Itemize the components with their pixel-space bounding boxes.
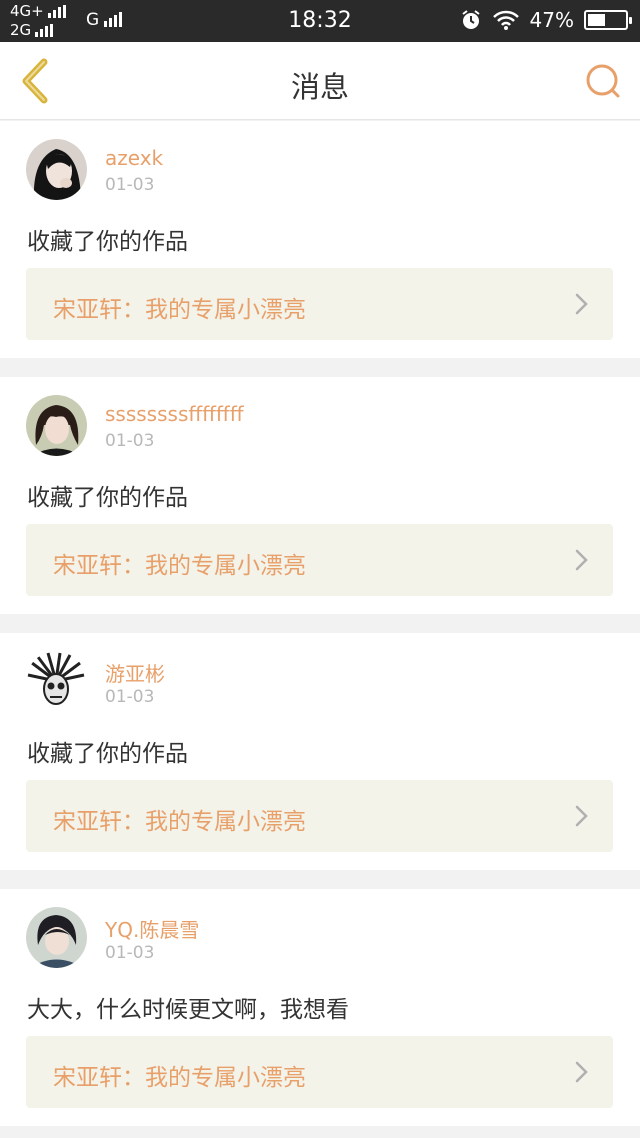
work-reference-link[interactable]: 宋亚轩：我的专属小漂亮 <box>26 268 613 340</box>
work-reference-title: 宋亚轩：我的专属小漂亮 <box>53 297 306 323</box>
work-reference-link[interactable]: 宋亚轩：我的专属小漂亮 <box>26 524 613 596</box>
work-reference-link[interactable]: 宋亚轩：我的专属小漂亮 <box>26 780 613 852</box>
top-nav-bar: 消息 <box>0 42 640 120</box>
message-date: 01-03 <box>105 175 155 195</box>
wifi-icon <box>492 10 519 30</box>
alarm-icon <box>461 10 480 29</box>
work-reference-title: 宋亚轩：我的专属小漂亮 <box>53 553 306 579</box>
avatar[interactable] <box>26 907 87 968</box>
avatar[interactable] <box>26 395 87 456</box>
message-text: 收藏了你的作品 <box>27 229 188 255</box>
page-title: 消息 <box>290 70 349 104</box>
battery-percent: 47% <box>529 8 574 32</box>
username[interactable]: ssssssssffffffff <box>105 402 243 426</box>
battery-level <box>588 14 605 26</box>
avatar[interactable] <box>26 139 87 200</box>
avatar-image <box>26 395 87 456</box>
search-icon <box>586 64 620 98</box>
message-card: ssssssssffffffff 01-03 收藏了你的作品 宋亚轩：我的专属小… <box>0 377 640 614</box>
message-date: 01-03 <box>105 431 155 451</box>
message-card: 游亚彬 01-03 收藏了你的作品 宋亚轩：我的专属小漂亮 <box>0 633 640 870</box>
message-text: 大大，什么时候更文啊，我想看 <box>27 997 349 1023</box>
chevron-right-icon <box>575 805 588 827</box>
avatar-image <box>26 651 87 712</box>
chevron-right-icon <box>575 293 588 315</box>
username[interactable]: 游亚彬 <box>105 658 165 687</box>
avatar-image <box>26 907 87 968</box>
message-card: YQ.陈晨雪 01-03 大大，什么时候更文啊，我想看 宋亚轩：我的专属小漂亮 <box>0 889 640 1126</box>
message-list: azexk 01-03 收藏了你的作品 宋亚轩：我的专属小漂亮 ssssssss… <box>0 121 640 1138</box>
message-text: 收藏了你的作品 <box>27 741 188 767</box>
work-reference-title: 宋亚轩：我的专属小漂亮 <box>53 1065 306 1091</box>
message-date: 01-03 <box>105 687 155 707</box>
work-reference-title: 宋亚轩：我的专属小漂亮 <box>53 809 306 835</box>
battery-icon <box>584 10 632 30</box>
chevron-right-icon <box>575 1061 588 1083</box>
avatar-image <box>26 139 87 200</box>
message-text: 收藏了你的作品 <box>27 485 188 511</box>
status-bar: 4G+ 2G G 18:32 47% <box>0 0 640 42</box>
work-reference-link[interactable]: 宋亚轩：我的专属小漂亮 <box>26 1036 613 1108</box>
search-button[interactable] <box>580 58 626 104</box>
username[interactable]: azexk <box>105 146 163 170</box>
avatar[interactable] <box>26 651 87 712</box>
username[interactable]: YQ.陈晨雪 <box>105 914 199 943</box>
message-date: 01-03 <box>105 943 155 963</box>
chevron-right-icon <box>575 549 588 571</box>
message-card: azexk 01-03 收藏了你的作品 宋亚轩：我的专属小漂亮 <box>0 121 640 358</box>
